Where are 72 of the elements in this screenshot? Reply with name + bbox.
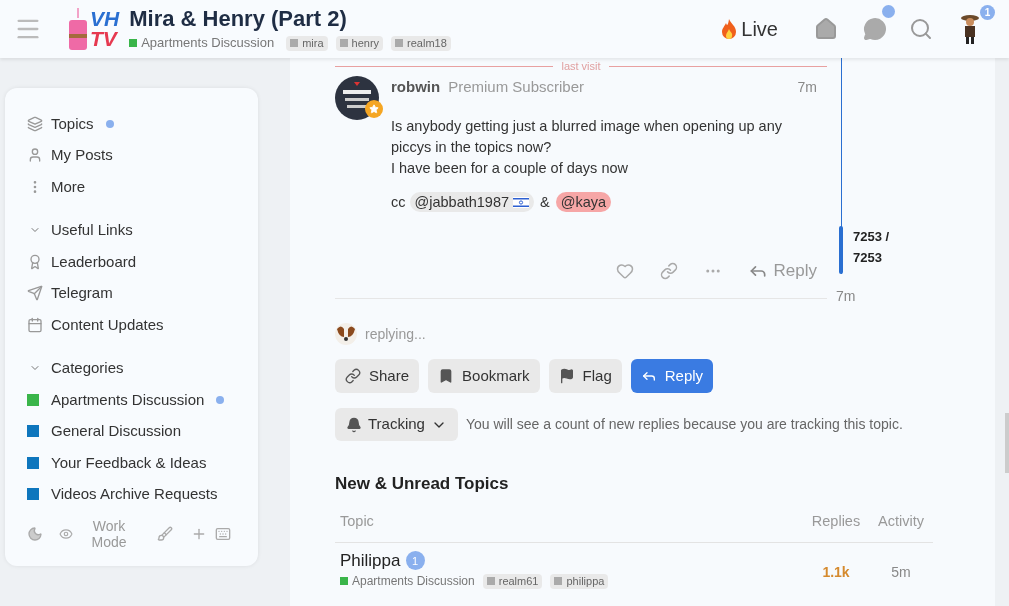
tracking-description: You will see a count of new replies because you are tracking this topic.	[465, 415, 903, 434]
flag-icon	[558, 368, 575, 384]
bookmark-button[interactable]: Bookmark	[428, 359, 540, 393]
reply-button[interactable]: Reply	[630, 359, 714, 393]
section-header[interactable]: Categories	[27, 352, 258, 384]
mention-link[interactable]: @jabbath1987	[409, 192, 535, 213]
ampersand: &	[540, 192, 550, 212]
calendar-icon	[27, 316, 43, 333]
author-name[interactable]: robwin	[391, 76, 441, 99]
category-badge[interactable]: Apartments Discussion	[340, 572, 475, 591]
tag[interactable]: realm61	[482, 573, 543, 589]
post-text: Is anybody getting just a blurred image when opening up any piccys in the topics now?	[391, 116, 783, 157]
mention-link[interactable]: @kaya	[555, 192, 612, 213]
chat-icon[interactable]	[863, 17, 887, 41]
brush-icon[interactable]	[157, 526, 173, 542]
sidebar-item[interactable]: General Discussion	[27, 415, 258, 447]
sidebar-item[interactable]: Topics	[27, 108, 258, 140]
tracking-dropdown[interactable]: Tracking	[335, 408, 458, 441]
replies-count: 1.1k	[821, 563, 851, 583]
sidebar-item[interactable]: More	[27, 171, 258, 203]
tag[interactable]: realm18	[391, 35, 451, 51]
eye-icon[interactable]	[59, 527, 73, 541]
link-icon[interactable]	[659, 262, 678, 280]
sidebar-item[interactable]: Apartments Discussion	[27, 384, 258, 416]
bell-icon	[346, 416, 362, 433]
tag[interactable]: henry	[335, 35, 384, 51]
award-icon	[27, 253, 43, 270]
unread-badge: 1	[405, 551, 425, 571]
home-icon[interactable]	[814, 17, 838, 41]
sidebar-item[interactable]: Your Feedback & Ideas	[27, 447, 258, 479]
topic-title[interactable]: Mira & Henry (Part 2)	[129, 5, 451, 34]
topics-icon	[27, 115, 43, 132]
share-icon	[345, 368, 361, 384]
search-icon[interactable]	[909, 17, 933, 41]
user-icon	[27, 147, 43, 164]
sidebar-item[interactable]: Content Updates	[27, 309, 258, 341]
flag-icon	[513, 196, 530, 208]
notification-badge: 1	[980, 5, 995, 20]
last-visit-label: last visit	[561, 60, 601, 72]
sidebar-item[interactable]: Telegram	[27, 277, 258, 309]
sidebar-item[interactable]: Leaderboard	[27, 246, 258, 278]
tag[interactable]: philippa	[550, 573, 609, 589]
flag-button[interactable]: Flag	[548, 359, 622, 393]
like-icon[interactable]	[615, 262, 634, 280]
keyboard-icon[interactable]	[215, 526, 231, 542]
scrollbar[interactable]	[1005, 413, 1009, 473]
sidebar-item[interactable]: My Posts	[27, 139, 258, 171]
logo-text: TV	[90, 29, 119, 49]
replying-indicator: replying...	[365, 324, 426, 344]
category-badge[interactable]: Apartments Discussion	[129, 33, 275, 53]
logo-text: VH	[90, 9, 120, 29]
post-text: I have been for a couple of days now	[391, 158, 629, 178]
send-icon	[27, 285, 43, 302]
sidebar-item[interactable]: Videos Archive Requests	[27, 478, 258, 510]
live-button[interactable]: Live	[721, 14, 778, 44]
moon-icon[interactable]	[27, 526, 43, 542]
tag[interactable]: mira	[286, 35, 328, 51]
user-title: Premium Subscriber	[448, 77, 585, 97]
timeline-handle[interactable]	[839, 226, 843, 274]
share-button[interactable]: Share	[335, 359, 420, 393]
section-header[interactable]: Useful Links	[27, 214, 258, 246]
timeline-total: 7253	[853, 249, 883, 267]
site-logo[interactable]: VH TV	[66, 6, 120, 52]
cake-icon	[66, 6, 90, 52]
flame-icon	[721, 18, 738, 40]
plus-icon[interactable]	[191, 526, 207, 542]
topic-link[interactable]: Philippa	[340, 550, 401, 572]
avatar-figure-icon[interactable]	[959, 13, 981, 45]
timeline-position: 7253 /	[853, 228, 890, 246]
cc-label: cc	[391, 192, 406, 212]
badge-icon	[365, 100, 383, 118]
section-heading: New & Unread Topics	[335, 473, 510, 495]
